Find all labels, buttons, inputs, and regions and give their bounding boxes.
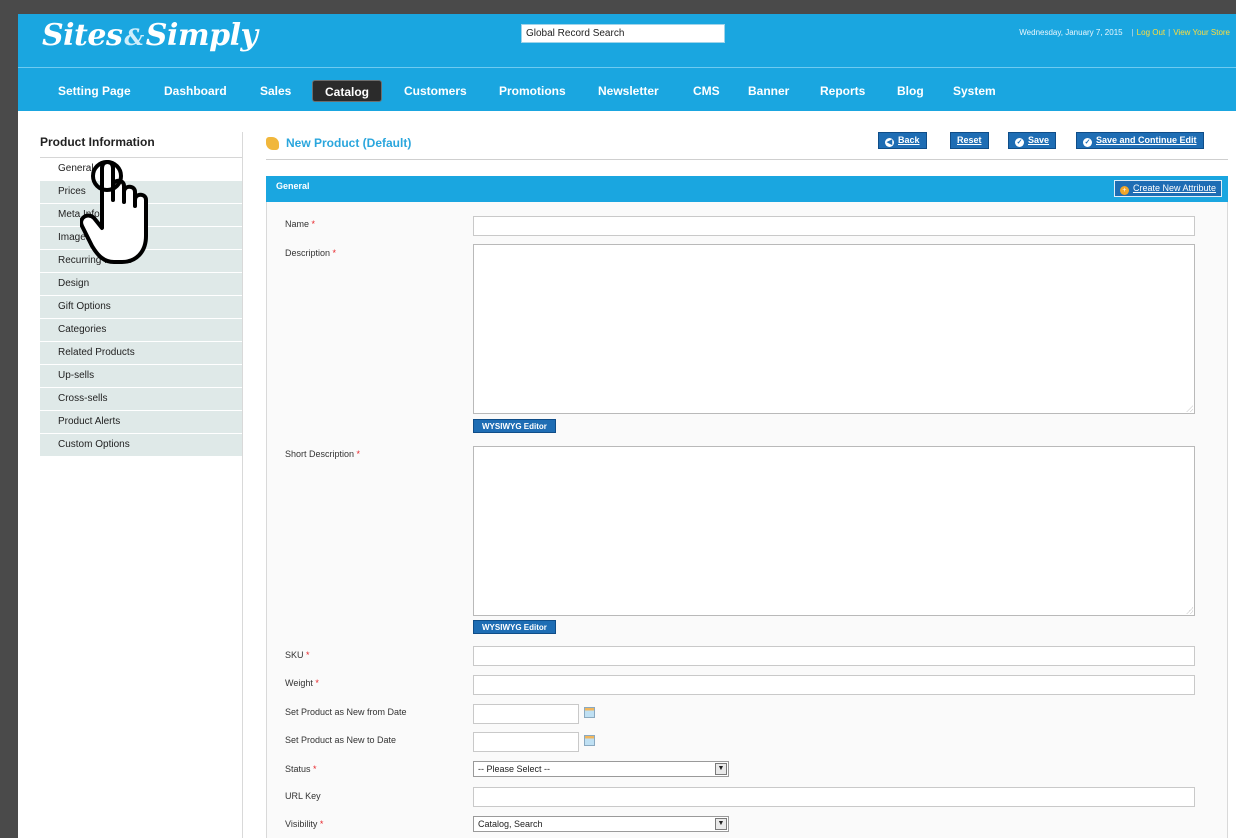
- nav-catalog[interactable]: Catalog: [312, 80, 383, 102]
- logo[interactable]: Sites&Simply: [42, 18, 258, 53]
- nav-promotions[interactable]: Promotions: [499, 80, 566, 102]
- nav-blog[interactable]: Blog: [897, 80, 924, 102]
- description-wysiwyg-button[interactable]: WYSIWYG Editor: [473, 419, 556, 433]
- short-description-wysiwyg-button[interactable]: WYSIWYG Editor: [473, 620, 556, 634]
- section-header: General + Create New Attribute: [266, 176, 1228, 202]
- page-header: New Product (Default) ◀ Back Reset ✓ Save …: [266, 132, 1228, 160]
- url-key-input[interactable]: [473, 787, 1195, 807]
- new-from-date-label: Set Product as New from Date: [285, 707, 407, 717]
- new-from-date-input[interactable]: [473, 704, 579, 724]
- visibility-select[interactable]: Catalog, Search ▼: [473, 816, 729, 832]
- logout-link[interactable]: Log Out: [1137, 28, 1165, 37]
- chevron-down-icon: ▼: [715, 818, 727, 830]
- logo-text-right: Simply: [145, 18, 258, 53]
- save-continue-button[interactable]: ✓ Save and Continue Edit: [1076, 132, 1204, 149]
- header-links: Wednesday, January 7, 2015 | Log Out | View …: [1019, 28, 1230, 37]
- calendar-icon[interactable]: [584, 735, 595, 746]
- chevron-down-icon: ▼: [715, 763, 727, 775]
- logo-ampersand: &: [124, 25, 144, 51]
- app-window: Sites&Simply Wednesday, January 7, 2015|…: [18, 14, 1236, 838]
- nav-reports[interactable]: Reports: [820, 80, 865, 102]
- description-label: Description *: [285, 248, 337, 258]
- sidebar-item-related-products[interactable]: Related Products: [40, 342, 242, 365]
- main-nav: Setting Page Dashboard Sales Catalog Cus…: [18, 67, 1236, 111]
- create-attribute-button[interactable]: + Create New Attribute: [1113, 180, 1222, 197]
- save-button[interactable]: ✓ Save: [1008, 132, 1057, 149]
- top-header: Sites&Simply Wednesday, January 7, 2015|…: [18, 14, 1236, 67]
- sku-input[interactable]: [473, 646, 1195, 666]
- nav-customers[interactable]: Customers: [404, 80, 467, 102]
- url-key-label: URL Key: [285, 791, 321, 801]
- name-label: Name *: [285, 219, 316, 229]
- section-title: General: [276, 181, 310, 191]
- nav-dashboard[interactable]: Dashboard: [164, 80, 227, 102]
- name-input[interactable]: [473, 216, 1195, 236]
- sku-label: SKU *: [285, 650, 310, 660]
- sidebar-divider: [242, 132, 243, 838]
- back-button[interactable]: ◀ Back: [878, 132, 927, 149]
- view-store-link[interactable]: View Your Store: [1173, 28, 1230, 37]
- nav-cms[interactable]: CMS: [693, 80, 720, 102]
- sidebar-item-categories[interactable]: Categories: [40, 319, 242, 342]
- hand-pointer-icon: [80, 160, 148, 264]
- short-description-label: Short Description *: [285, 449, 361, 459]
- sidebar-item-gift-options[interactable]: Gift Options: [40, 296, 242, 319]
- back-arrow-icon: ◀: [885, 138, 894, 147]
- weight-label: Weight *: [285, 678, 319, 688]
- main-content: New Product (Default) ◀ Back Reset ✓ Save …: [266, 132, 1228, 160]
- sidebar-title: Product Information: [40, 132, 242, 158]
- sidebar-item-up-sells[interactable]: Up-sells: [40, 365, 242, 388]
- weight-input[interactable]: [473, 675, 1195, 695]
- plus-icon: +: [1119, 186, 1129, 195]
- nav-setting-page[interactable]: Setting Page: [58, 80, 131, 102]
- status-select[interactable]: -- Please Select -- ▼: [473, 761, 729, 777]
- nav-sales[interactable]: Sales: [260, 80, 291, 102]
- reset-button[interactable]: Reset: [950, 132, 989, 149]
- description-textarea[interactable]: [473, 244, 1195, 414]
- global-search-input[interactable]: [521, 24, 725, 43]
- new-to-date-input[interactable]: [473, 732, 579, 752]
- logo-text-left: Sites: [42, 18, 123, 53]
- calendar-icon[interactable]: [584, 707, 595, 718]
- nav-system[interactable]: System: [953, 80, 996, 102]
- sidebar-item-product-alerts[interactable]: Product Alerts: [40, 411, 242, 434]
- sidebar-item-custom-options[interactable]: Custom Options: [40, 434, 242, 457]
- page-title: New Product (Default): [286, 136, 412, 150]
- nav-banner[interactable]: Banner: [748, 80, 789, 102]
- nav-newsletter[interactable]: Newsletter: [598, 80, 659, 102]
- status-label: Status *: [285, 764, 317, 774]
- visibility-label: Visibility *: [285, 819, 324, 829]
- header-date: Wednesday, January 7, 2015: [1019, 28, 1123, 37]
- product-box-icon: [266, 137, 279, 150]
- sidebar-item-design[interactable]: Design: [40, 273, 242, 296]
- save-continue-icon: ✓: [1083, 138, 1092, 147]
- save-icon: ✓: [1015, 138, 1024, 147]
- sidebar-item-cross-sells[interactable]: Cross-sells: [40, 388, 242, 411]
- new-to-date-label: Set Product as New to Date: [285, 735, 397, 745]
- short-description-textarea[interactable]: [473, 446, 1195, 616]
